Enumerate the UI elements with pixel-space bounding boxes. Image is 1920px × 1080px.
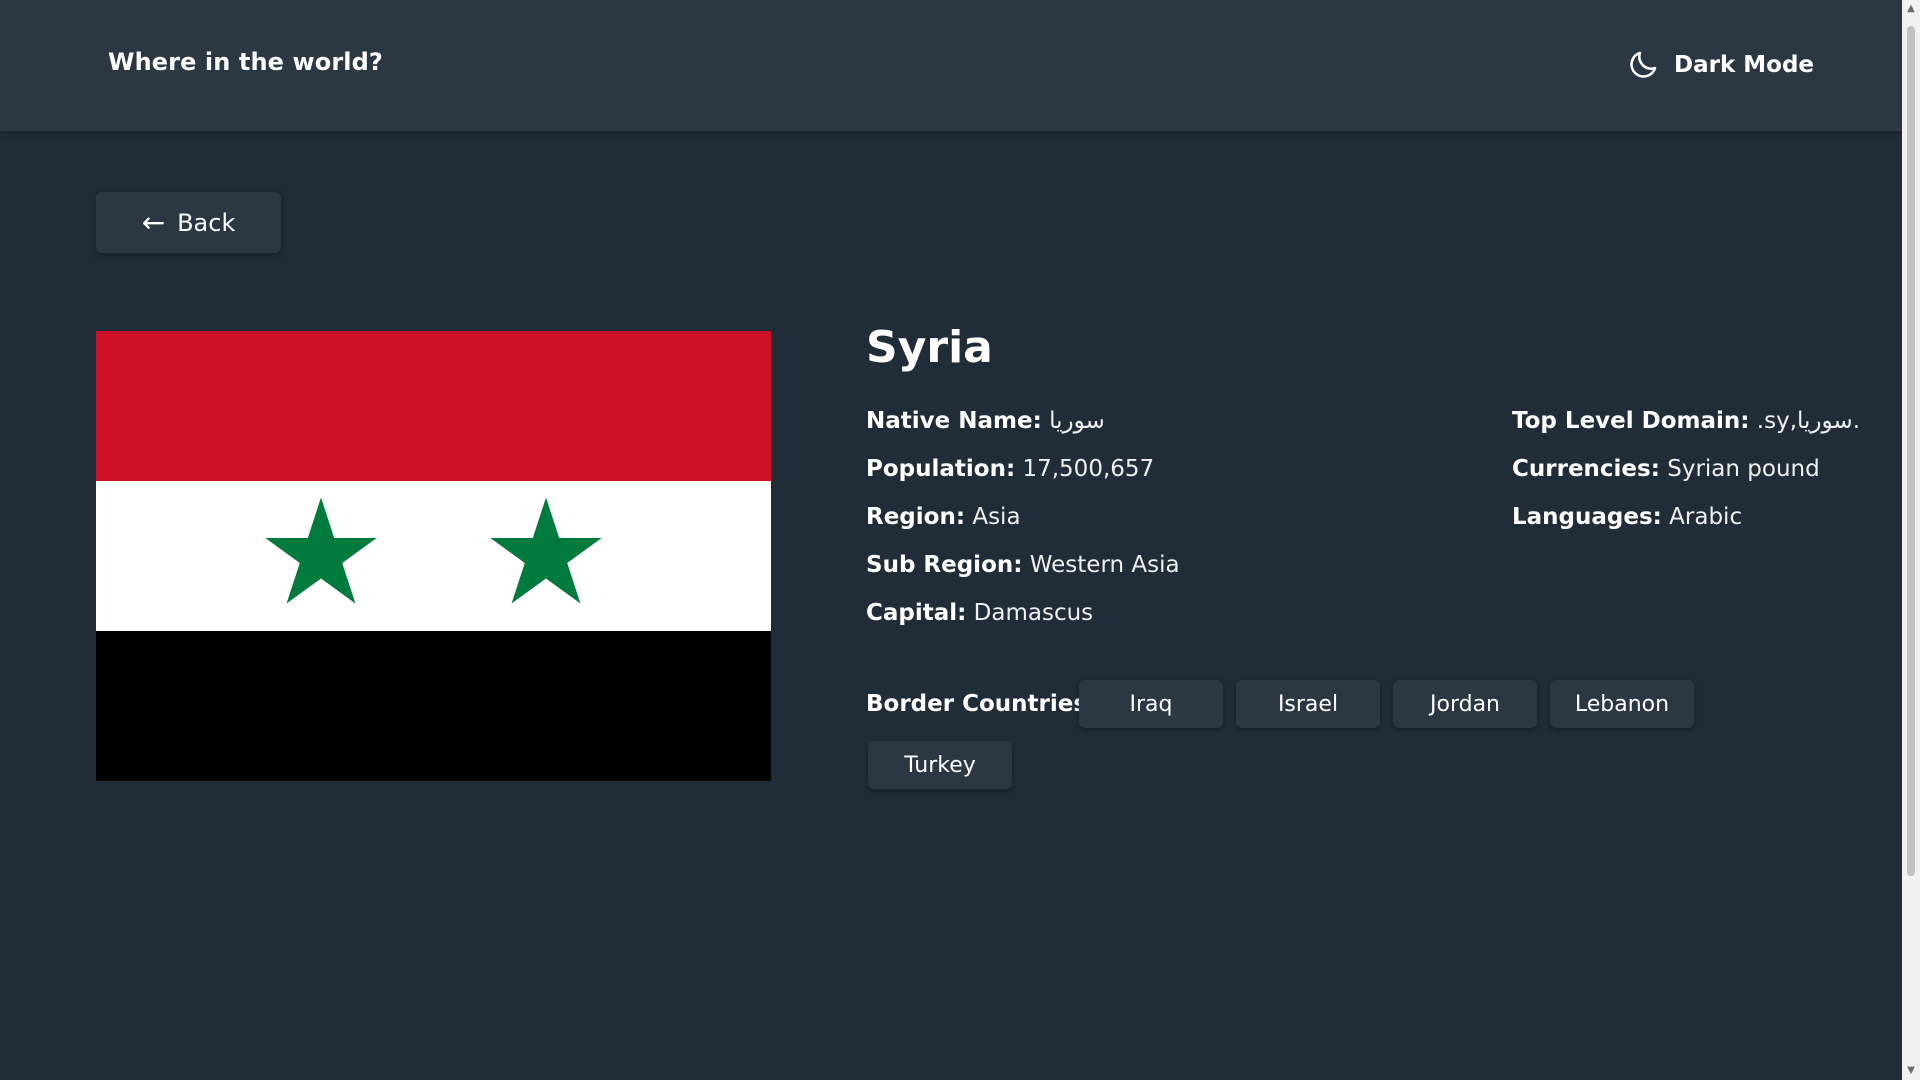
details-primary: Native Name: سوريا Population: 17,500,65… xyxy=(866,405,1180,645)
detail-currencies: Currencies: Syrian pound xyxy=(1512,456,1820,482)
border-country-lebanon[interactable]: Lebanon xyxy=(1550,680,1694,728)
detail-languages: Languages: Arabic xyxy=(1512,504,1743,530)
country-name: Syria xyxy=(866,322,993,373)
detail-native-name: Native Name: سوريا xyxy=(866,408,1105,434)
detail-population: Population: 17,500,657 xyxy=(866,456,1155,482)
border-country-jordan[interactable]: Jordan xyxy=(1393,680,1537,728)
scrollbar-thumb[interactable] xyxy=(1907,26,1915,876)
app-title: Where in the world? xyxy=(108,48,383,76)
flag-stripe-black xyxy=(96,631,771,781)
page-scrollbar[interactable]: ▲ ▼ xyxy=(1902,0,1920,1080)
app-header: Where in the world? Dark Mode xyxy=(0,0,1902,131)
dark-mode-label: Dark Mode xyxy=(1674,52,1815,78)
country-flag xyxy=(96,331,771,781)
scroll-up-icon[interactable]: ▲ xyxy=(1906,4,1916,14)
back-button[interactable]: ← Back xyxy=(96,192,281,253)
border-countries-label: Border Countries : xyxy=(866,691,1105,717)
arrow-left-icon: ← xyxy=(141,205,166,239)
border-country-iraq[interactable]: Iraq xyxy=(1079,680,1223,728)
detail-region: Region: Asia xyxy=(866,504,1021,530)
border-country-israel[interactable]: Israel xyxy=(1236,680,1380,728)
back-button-label: Back xyxy=(177,208,236,237)
detail-capital: Capital: Damascus xyxy=(866,600,1094,626)
flag-stripe-white xyxy=(96,481,771,631)
detail-top-level-domain: Top Level Domain: .sy,سوريا. xyxy=(1512,408,1860,434)
moon-icon xyxy=(1626,48,1660,82)
detail-sub-region: Sub Region: Western Asia xyxy=(866,552,1180,578)
scroll-down-icon[interactable]: ▼ xyxy=(1906,1066,1916,1076)
border-country-turkey[interactable]: Turkey xyxy=(868,741,1012,789)
country-detail-page: Where in the world? Dark Mode ← Back Syr… xyxy=(0,0,1920,1080)
details-secondary: Top Level Domain: .sy,سوريا. Currencies:… xyxy=(1512,405,1860,549)
dark-mode-toggle[interactable]: Dark Mode xyxy=(1626,48,1814,82)
flag-stripe-red xyxy=(96,331,771,481)
